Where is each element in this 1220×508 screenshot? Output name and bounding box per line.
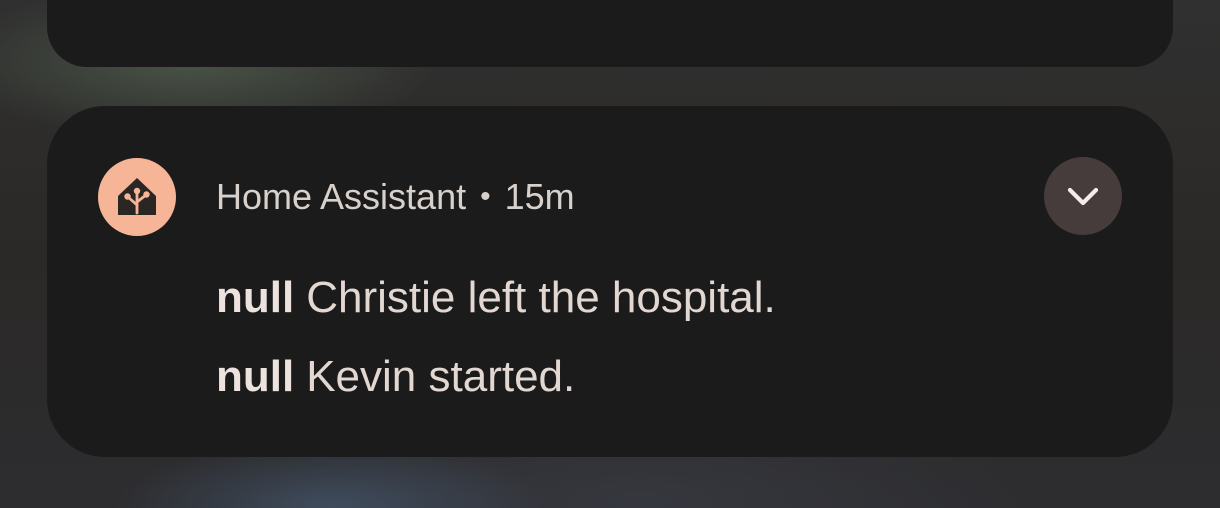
message-sender: null xyxy=(216,273,295,322)
home-assistant-icon xyxy=(98,158,176,236)
app-name: Home Assistant xyxy=(216,176,467,217)
expand-button[interactable] xyxy=(1044,157,1122,235)
chevron-down-icon xyxy=(1067,187,1099,206)
notification-header: Home Assistant • 15m xyxy=(216,176,575,218)
notification-message: null Christie left the hospital. xyxy=(216,276,776,320)
notification-time: 15m xyxy=(504,176,575,217)
notification-message: null Kevin started. xyxy=(216,355,575,399)
previous-notification-card[interactable] xyxy=(47,0,1173,67)
header-separator: • xyxy=(480,180,491,213)
message-text: Christie left the hospital. xyxy=(306,273,776,322)
message-sender: null xyxy=(216,352,295,401)
message-text: Kevin started. xyxy=(306,352,576,401)
